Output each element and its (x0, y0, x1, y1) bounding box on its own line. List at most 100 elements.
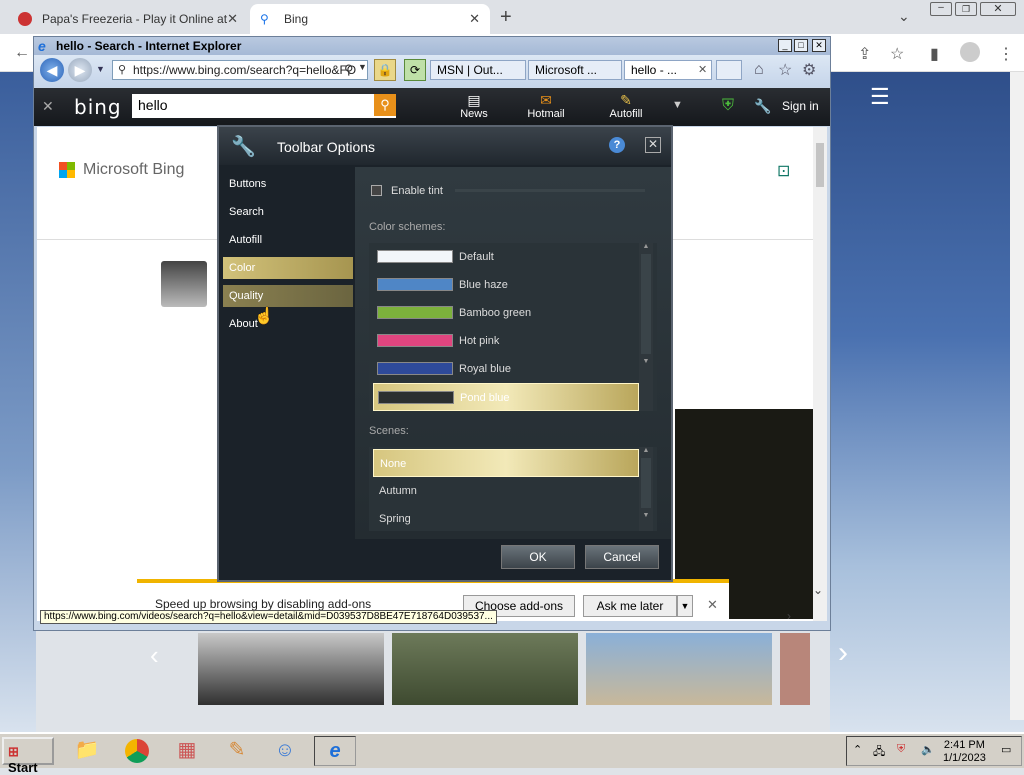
scrollbar-thumb[interactable] (816, 143, 824, 187)
ie-tab-microsoft[interactable]: Microsoft ... (528, 60, 622, 80)
artist-avatar[interactable] (161, 261, 207, 307)
chrome-tab-freezeria[interactable]: Papa's Freezeria - Play it Online at C ✕ (8, 4, 248, 34)
chevron-left-icon[interactable]: ‹ (150, 640, 159, 671)
back-arrow-icon[interactable]: ← (14, 44, 30, 62)
gear-icon[interactable]: ⚙ (802, 60, 816, 80)
lock-icon[interactable]: 🔒 (374, 59, 396, 81)
close-tab-icon[interactable]: ✕ (698, 63, 707, 76)
ie-close-button[interactable]: ✕ (812, 39, 826, 52)
history-dropdown-icon[interactable]: ▼ (96, 64, 105, 74)
forward-icon[interactable]: ▶ (68, 58, 92, 82)
search-icon[interactable]: ⚲ (344, 62, 354, 78)
toolbar-search-input[interactable]: hello (132, 94, 396, 118)
share-icon[interactable]: ⇪ (858, 44, 871, 64)
scheme-item-selected[interactable]: Pond blue (373, 383, 639, 411)
network-icon[interactable]: 🖧 (873, 743, 885, 762)
chevron-down-icon[interactable]: ▼ (672, 99, 683, 111)
ie-maximize-button[interactable]: □ (794, 39, 808, 52)
help-icon[interactable]: ? (609, 137, 625, 153)
chevron-right-icon[interactable]: › (787, 609, 791, 623)
favorites-star-icon[interactable]: ☆ (778, 60, 792, 80)
messenger-icon[interactable]: ☺ (264, 736, 306, 766)
toolbar-autofill-button[interactable]: ✎ Autofill (604, 92, 648, 120)
ie-icon[interactable]: e (314, 736, 356, 766)
nav-buttons[interactable]: Buttons (223, 173, 353, 195)
hotmail-label: Hotmail (527, 108, 565, 120)
volume-icon[interactable]: 🔈 (921, 743, 935, 756)
video-thumbnail[interactable] (198, 633, 384, 705)
chevron-down-icon[interactable]: ⌄ (813, 583, 823, 597)
ie-new-tab-button[interactable] (716, 60, 742, 80)
maximize-button[interactable]: ❐ (955, 2, 977, 16)
refresh-icon[interactable]: ⟳ (404, 59, 426, 81)
show-desktop-icon[interactable]: ▭ (1001, 743, 1011, 756)
nav-quality[interactable]: Quality (223, 285, 353, 307)
chrome-tab-bing[interactable]: ⚲ Bing ✕ (250, 4, 490, 34)
scheme-item[interactable]: Bamboo green (373, 299, 639, 327)
bookmark-star-icon[interactable]: ☆ (890, 44, 904, 64)
scheme-item[interactable]: Blue haze (373, 271, 639, 299)
toolbar-news-button[interactable]: ▤ News (452, 92, 496, 120)
sidebar-icon[interactable]: ▮ (930, 44, 939, 64)
search-icon[interactable]: ⚲ (374, 94, 396, 116)
profile-avatar-icon[interactable] (960, 42, 980, 62)
hamburger-menu-icon[interactable]: ☰ (870, 84, 890, 110)
clock[interactable]: 2:41 PM 1/1/2023 (943, 739, 986, 765)
nav-autofill[interactable]: Autofill (223, 229, 353, 251)
new-tab-button[interactable]: + (500, 6, 512, 29)
nav-search[interactable]: Search (223, 201, 353, 223)
toolbar-hotmail-button[interactable]: ✉ Hotmail (524, 92, 568, 120)
wrench-icon[interactable]: 🔧 (754, 98, 771, 115)
folder-icon[interactable]: 📁 (66, 736, 108, 766)
shield-icon[interactable]: ⛨ (722, 97, 734, 115)
chevron-down-icon[interactable]: ⌄ (898, 8, 910, 25)
close-notification-icon[interactable]: ✕ (707, 597, 718, 613)
start-button[interactable]: ⊞ Start (2, 737, 54, 775)
chrome-icon[interactable] (116, 736, 158, 766)
scene-item[interactable]: Spring (373, 505, 639, 531)
scheme-label: Pond blue (460, 392, 510, 404)
close-window-button[interactable]: ✕ (980, 2, 1016, 16)
video-thumbnail[interactable] (586, 633, 772, 705)
scene-item-selected[interactable]: None (373, 449, 639, 477)
page-scrollbar[interactable] (813, 127, 827, 621)
close-toolbar-icon[interactable]: ✕ (42, 98, 54, 115)
tint-slider[interactable] (455, 189, 645, 192)
ie-minimize-button[interactable]: _ (778, 39, 792, 52)
chevron-up-icon[interactable]: ⌃ (853, 743, 862, 756)
back-icon[interactable]: ◀ (40, 58, 64, 82)
chevron-down-icon[interactable]: ▼ (358, 62, 367, 72)
paint-icon[interactable]: ✎ (216, 736, 258, 766)
more-menu-icon[interactable]: ⋮ (998, 44, 1014, 64)
chevron-right-icon[interactable]: › (838, 636, 848, 670)
ie-address-field[interactable]: https://www.bing.com/search?q=hello&FO (112, 60, 368, 80)
enable-tint-checkbox[interactable] (371, 185, 382, 196)
nav-color[interactable]: Color (223, 257, 353, 279)
outer-scrollbar[interactable] (1010, 72, 1024, 720)
ie-tab-msn[interactable]: MSN | Out... (430, 60, 526, 80)
video-thumbnail[interactable] (780, 633, 810, 705)
minimize-button[interactable]: – (930, 2, 952, 16)
chevron-down-icon[interactable]: ▼ (677, 595, 693, 617)
swatch-bamboo-green (377, 306, 453, 319)
visual-search-icon[interactable]: ⊡ (777, 161, 790, 181)
close-tab-icon[interactable]: ✕ (469, 11, 480, 27)
close-dialog-icon[interactable]: ✕ (645, 137, 661, 153)
home-icon[interactable]: ⌂ (754, 61, 764, 79)
scheme-item[interactable]: Hot pink (373, 327, 639, 355)
security-icon[interactable]: ⛨ (897, 743, 905, 756)
sign-in-link[interactable]: Sign in (782, 99, 819, 113)
page-brand[interactable]: Microsoft Bing (83, 161, 184, 179)
video-thumbnail[interactable] (392, 633, 578, 705)
nav-about[interactable]: About (223, 313, 353, 335)
scheme-item[interactable]: Default (373, 243, 639, 271)
ok-button[interactable]: OK (501, 545, 575, 569)
app-icon[interactable]: ▦ (166, 736, 208, 766)
ask-later-button[interactable]: Ask me later (583, 595, 677, 617)
cancel-button[interactable]: Cancel (585, 545, 659, 569)
scene-list-scrollbar[interactable]: ▲ ▼ (639, 447, 653, 531)
scheme-list-scrollbar[interactable]: ▲ ▼ (639, 243, 653, 411)
close-tab-icon[interactable]: ✕ (227, 11, 238, 27)
scene-item[interactable]: Autumn (373, 477, 639, 505)
scheme-item[interactable]: Royal blue (373, 355, 639, 383)
